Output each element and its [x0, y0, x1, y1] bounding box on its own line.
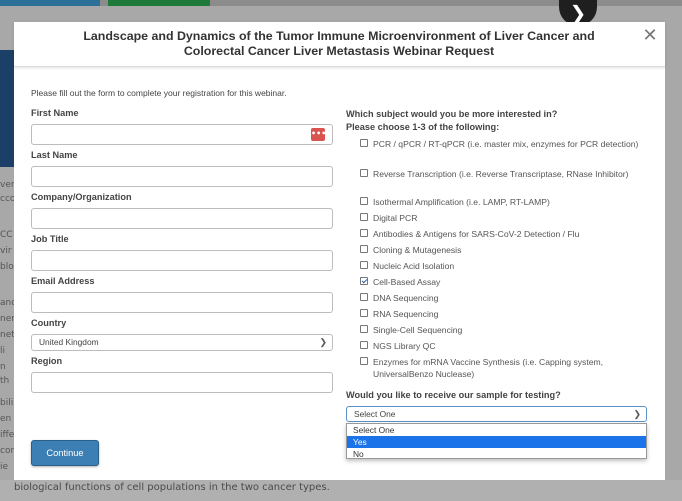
sample-dropdown-list: Select One Yes No	[346, 423, 647, 459]
background-button-blue	[0, 0, 100, 6]
subject-option-label: Single-Cell Sequencing	[373, 325, 463, 335]
email-label: Email Address	[31, 276, 95, 286]
subject-option-label: Digital PCR	[373, 213, 418, 223]
checkbox[interactable]	[360, 245, 368, 253]
checkbox[interactable]	[360, 139, 368, 147]
subject-question-line: Please choose 1-3 of the following:	[346, 122, 500, 132]
checkbox[interactable]	[360, 341, 368, 349]
job-title-label: Job Title	[31, 234, 69, 244]
background-bottom-text: biological functions of cell populations…	[0, 480, 682, 501]
subject-option-label: Cloning & Mutagenesis	[373, 245, 462, 255]
background-text: li	[0, 346, 6, 356]
background-text: blo	[0, 262, 14, 272]
chevron-down-icon: ❯	[319, 337, 327, 347]
job-title-input[interactable]	[31, 250, 333, 271]
sample-question: Would you like to receive our sample for…	[346, 390, 561, 400]
background-text: n th	[0, 362, 10, 386]
country-select-value: United Kingdom	[39, 337, 99, 347]
subject-option-label: RNA Sequencing	[373, 309, 439, 319]
company-label: Company/Organization	[31, 192, 132, 202]
background-text: net	[0, 330, 15, 340]
subject-option-label: PCR / qPCR / RT-qPCR (i.e. master mix, e…	[373, 139, 639, 149]
region-input[interactable]	[31, 372, 333, 393]
subject-option-label: Antibodies & Antigens for SARS-CoV-2 Det…	[373, 229, 580, 239]
autofill-icon[interactable]: •••	[311, 128, 326, 141]
checkbox[interactable]	[360, 229, 368, 237]
background-text: en	[0, 414, 12, 424]
background-text: ver	[0, 180, 15, 190]
subject-option-label: Enzymes for mRNA Vaccine Synthesis (i.e.…	[373, 357, 604, 379]
checkbox[interactable]	[360, 357, 368, 365]
background-text: ner	[0, 314, 15, 324]
country-label: Country	[31, 318, 67, 328]
background-text: and	[0, 298, 17, 308]
checkbox[interactable]	[360, 169, 368, 177]
subject-question: Which subject would you be more interest…	[346, 108, 557, 134]
checkbox[interactable]	[360, 325, 368, 333]
chevron-down-icon: ❯	[633, 409, 641, 419]
modal-title-line: Colorectal Cancer Liver Metastasis Webin…	[183, 44, 495, 58]
form-intro: Please fill out the form to complete you…	[31, 88, 287, 98]
background-text: CC	[0, 230, 13, 240]
dropdown-option[interactable]: Select One	[347, 424, 646, 436]
sample-select[interactable]: Select One ❯	[346, 406, 647, 422]
last-name-input[interactable]	[31, 166, 333, 187]
sample-select-value: Select One	[354, 409, 396, 419]
close-icon[interactable]: ✕	[641, 26, 659, 46]
subject-question-line: Which subject would you be more interest…	[346, 109, 558, 119]
modal-title-line: Landscape and Dynamics of the Tumor Immu…	[83, 29, 595, 43]
modal-header: Landscape and Dynamics of the Tumor Immu…	[14, 22, 665, 67]
last-name-label: Last Name	[31, 150, 78, 160]
webinar-request-modal: Landscape and Dynamics of the Tumor Immu…	[14, 22, 665, 480]
subject-option-label: DNA Sequencing	[373, 293, 439, 303]
background-button-green	[108, 0, 210, 6]
background-text: iffe	[0, 430, 15, 440]
subject-option-label: Reverse Transcription (i.e. Reverse Tran…	[373, 169, 629, 179]
modal-title: Landscape and Dynamics of the Tumor Immu…	[54, 29, 624, 59]
email-input[interactable]	[31, 292, 333, 313]
checkbox[interactable]	[360, 309, 368, 317]
continue-button[interactable]: Continue	[31, 440, 99, 466]
background-text: ie	[0, 462, 9, 472]
subject-option-label: Cell-Based Assay	[373, 277, 441, 287]
background-image-block	[0, 50, 14, 167]
company-input[interactable]	[31, 208, 333, 229]
checkbox[interactable]	[360, 197, 368, 205]
subject-option-label: NGS Library QC	[373, 341, 436, 351]
dropdown-option-highlighted[interactable]: Yes	[347, 436, 646, 448]
dropdown-option[interactable]: No	[347, 448, 646, 460]
background-text: con	[0, 446, 17, 456]
first-name-input[interactable]: •••	[31, 124, 333, 145]
subject-option-label: Isothermal Amplification (i.e. LAMP, RT-…	[373, 197, 550, 207]
checkbox[interactable]	[360, 261, 368, 269]
subject-option-label: Nucleic Acid Isolation	[373, 261, 455, 271]
region-label: Region	[31, 356, 63, 366]
background-text: cco	[0, 194, 16, 204]
checkbox[interactable]	[360, 213, 368, 221]
background-text: vir	[0, 246, 12, 256]
checkbox[interactable]	[360, 293, 368, 301]
background-text: bili	[0, 398, 14, 408]
first-name-label: First Name	[31, 108, 79, 118]
checkbox-checked[interactable]	[360, 277, 368, 285]
country-select[interactable]: United Kingdom ❯	[31, 334, 333, 351]
